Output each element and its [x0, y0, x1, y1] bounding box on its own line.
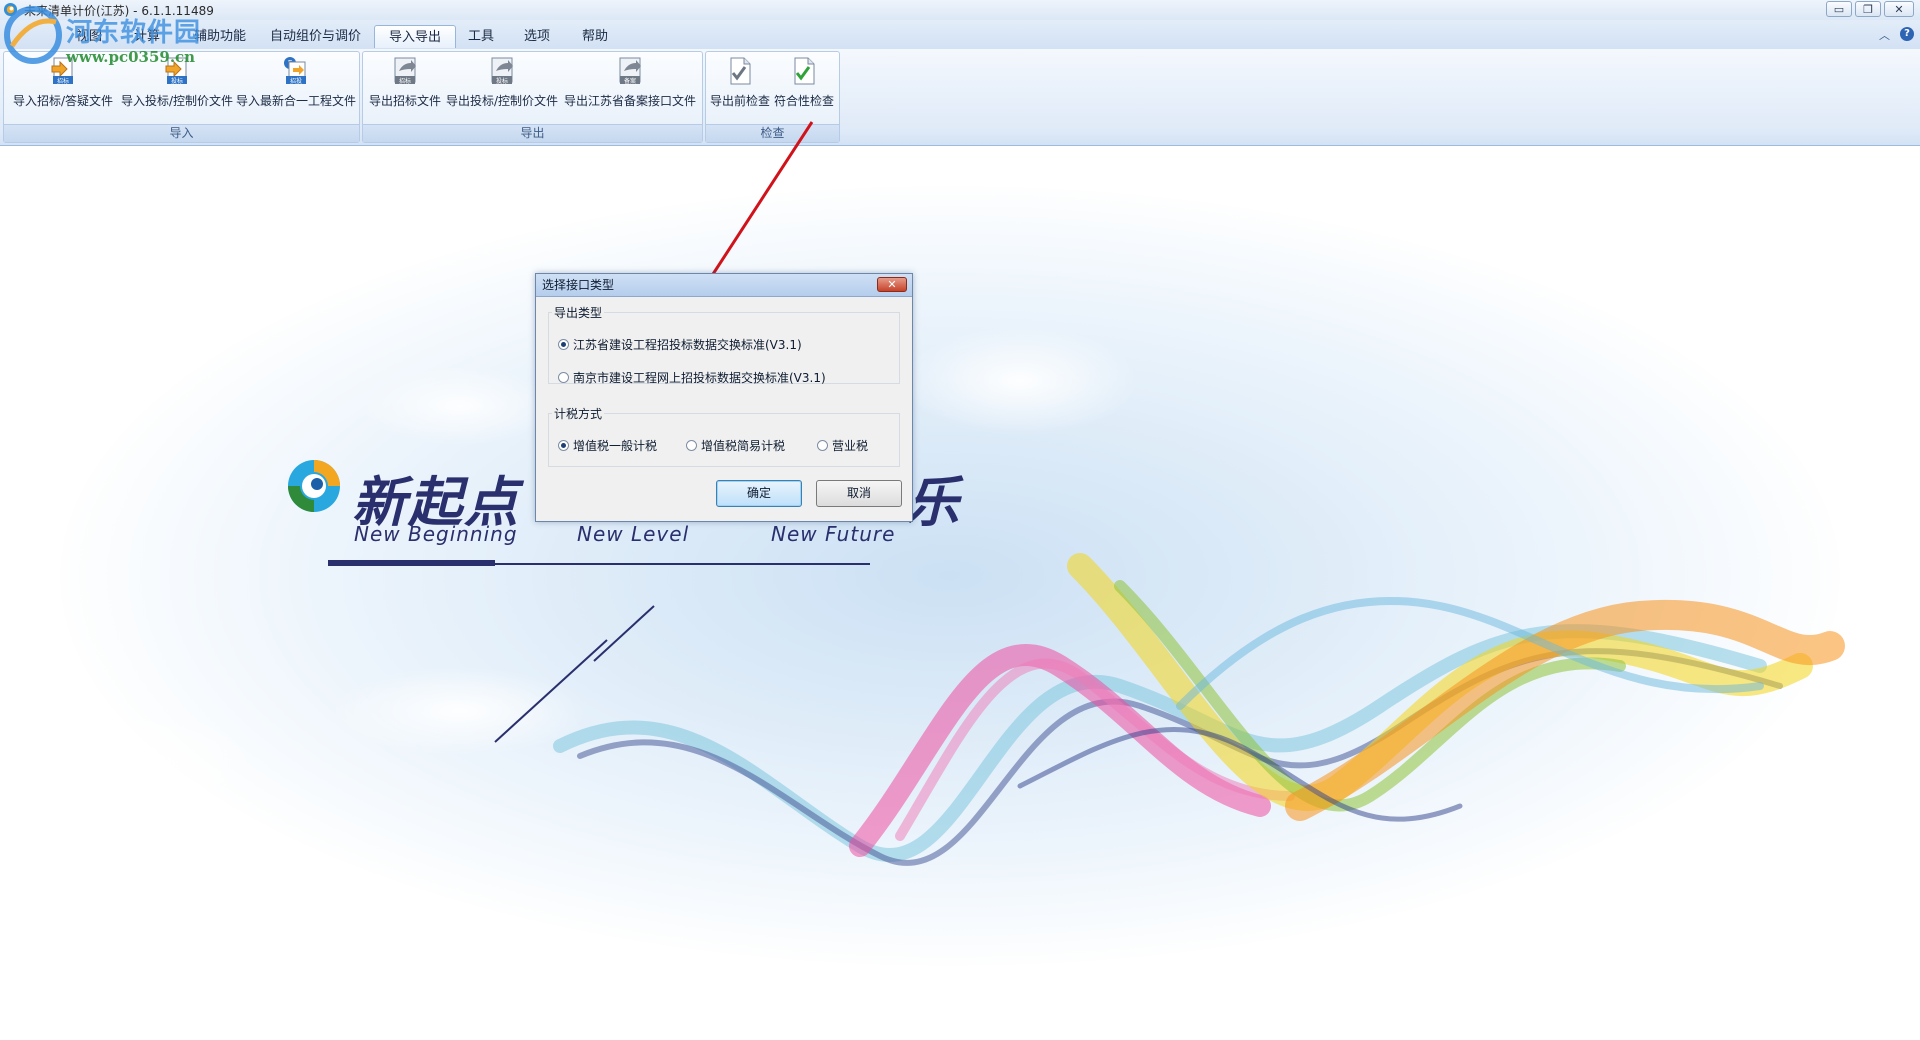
- option-label: 江苏省建设工程招投标数据交换标准(V3.1): [573, 338, 802, 352]
- radio-unchecked-icon[interactable]: [558, 372, 569, 383]
- select-interface-dialog: 选择接口类型 ✕ 导出类型 江苏省建设工程招投标数据交换标准(V3.1) 南京市…: [535, 273, 913, 522]
- radio-unchecked-icon[interactable]: [686, 440, 697, 451]
- option-label: 南京市建设工程网上招投标数据交换标准(V3.1): [573, 371, 826, 385]
- tax-option-business[interactable]: 营业税: [817, 437, 868, 454]
- radio-checked-icon[interactable]: [558, 440, 569, 451]
- annotation-arrow: [638, 121, 814, 390]
- ok-button[interactable]: 确定: [716, 480, 802, 507]
- export-type-option-jiangsu[interactable]: 江苏省建设工程招投标数据交换标准(V3.1): [558, 336, 802, 353]
- tax-option-vat-simple[interactable]: 增值税简易计税: [686, 437, 785, 454]
- export-type-option-nanjing[interactable]: 南京市建设工程网上招投标数据交换标准(V3.1): [558, 369, 826, 386]
- watermark-url: www.pc0359.cn: [66, 48, 196, 66]
- cancel-button[interactable]: 取消: [816, 480, 902, 507]
- export-type-legend: 导出类型: [552, 304, 605, 321]
- tax-option-vat-general[interactable]: 增值税一般计税: [558, 437, 657, 454]
- radio-unchecked-icon[interactable]: [817, 440, 828, 451]
- tax-method-legend: 计税方式: [552, 405, 605, 422]
- dialog-close-button[interactable]: ✕: [877, 277, 907, 292]
- dialog-title: 选择接口类型: [536, 274, 912, 297]
- radio-checked-icon[interactable]: [558, 339, 569, 350]
- watermark-logo-icon: [4, 6, 62, 64]
- option-label: 增值税一般计税: [573, 439, 658, 453]
- option-label: 营业税: [832, 439, 869, 453]
- option-label: 增值税简易计税: [701, 439, 786, 453]
- watermark-title: 河东软件园: [66, 18, 202, 48]
